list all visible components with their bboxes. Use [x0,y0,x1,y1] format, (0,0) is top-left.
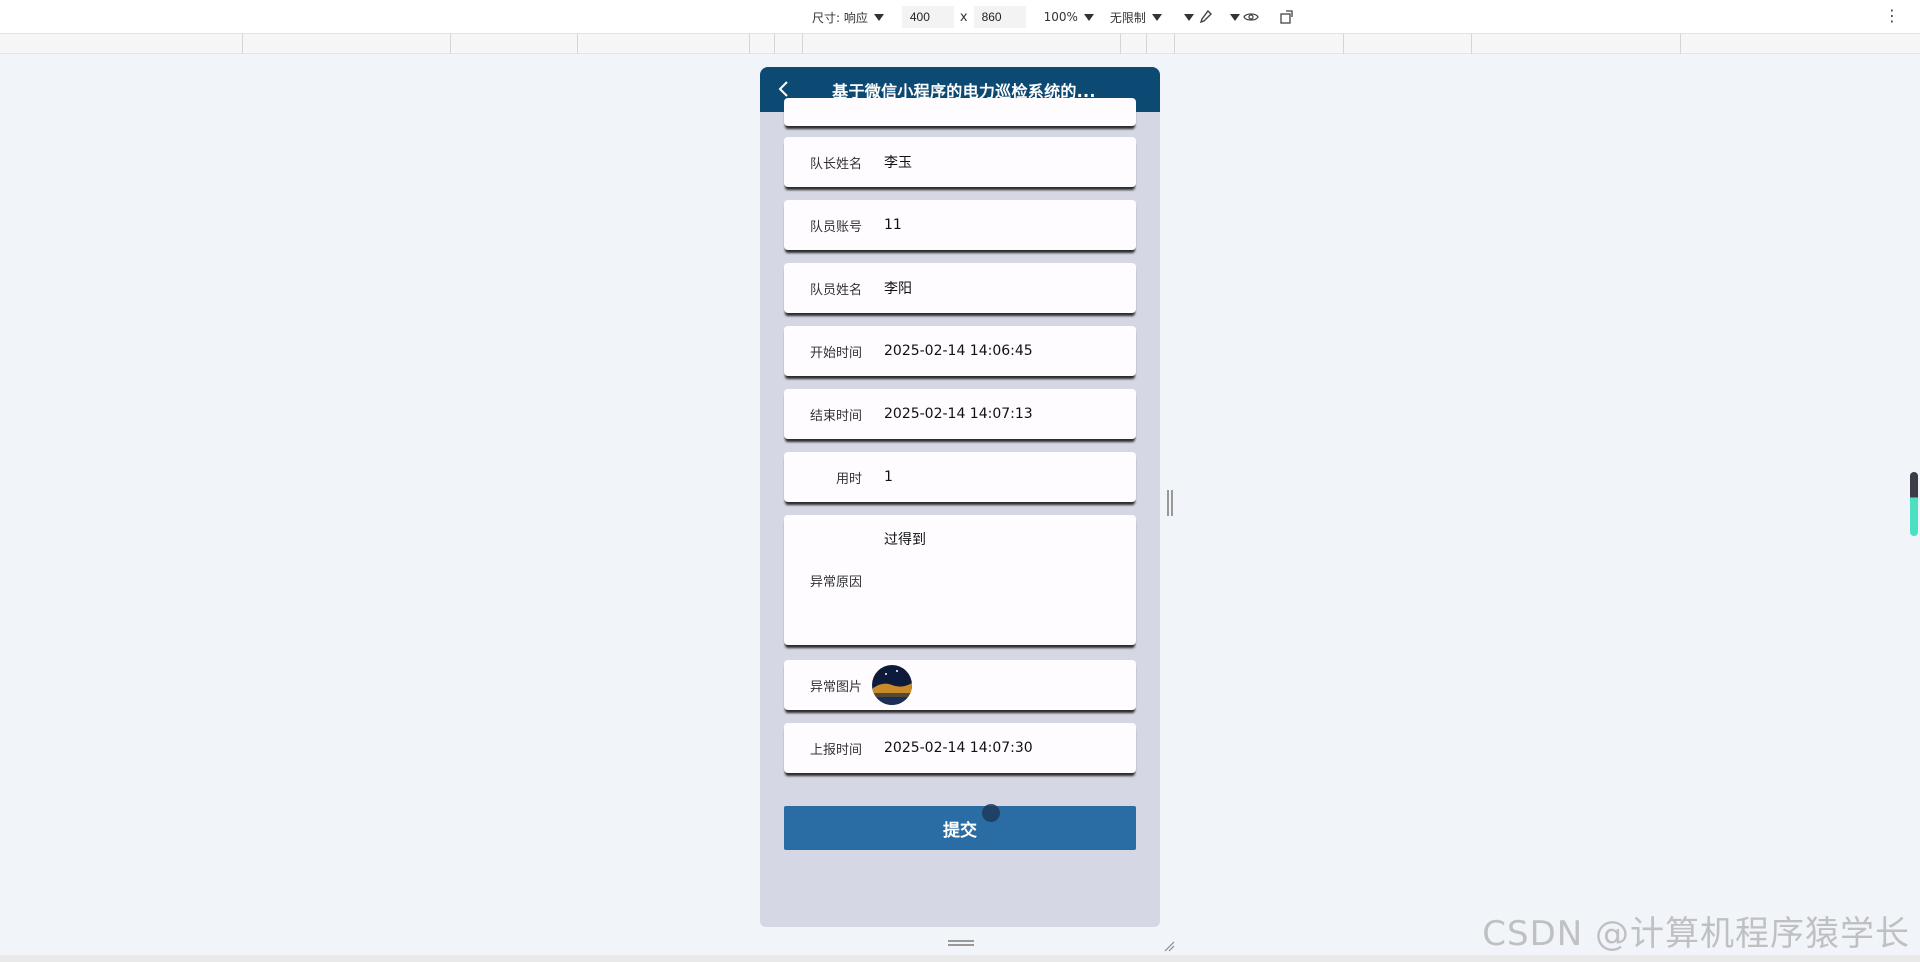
device-viewport: 基于微信小程序的电力巡检系统的... 队长姓名 李玉 队员账号 11 队员姓名 … [760,67,1160,927]
vision-dropdown[interactable] [1224,13,1240,21]
field-label: 开始时间 [809,345,862,361]
form-content: 队长姓名 李玉 队员账号 11 队员姓名 李阳 开始时间 2025-02-14 … [760,98,1160,927]
chevron-down-icon [873,13,884,21]
field-label: 结束时间 [809,408,862,424]
more-vertical-icon[interactable]: ⋮ [1884,6,1900,26]
chevron-down-icon [1183,13,1194,21]
resize-corner-icon[interactable] [1163,937,1175,952]
bottom-strip [0,955,1920,962]
form-row-abnormal-reason[interactable]: 异常原因 过得到 [784,515,1136,645]
form-row-captain-name[interactable]: 队长姓名 李玉 [784,137,1136,187]
abnormal-image-thumbnail[interactable] [872,665,912,705]
field-value: 2025-02-14 14:07:30 [884,740,1033,756]
chevron-down-icon [1229,13,1240,21]
dimensions-dropdown[interactable]: 尺寸: 响应 [812,9,884,26]
dimension-separator: x [959,9,968,25]
field-value: 11 [884,217,902,233]
zoom-dropdown[interactable]: 100% [1044,10,1094,24]
watermark: CSDN @计算机程序猿学长 [1482,914,1910,954]
field-value: 李玉 [884,155,912,171]
field-label: 队员姓名 [809,282,862,298]
submit-button[interactable]: 提交 [784,806,1136,850]
resize-handle-bottom[interactable] [948,940,974,946]
field-label: 异常图片 [809,679,862,695]
form-row-end-time[interactable]: 结束时间 2025-02-14 14:07:13 [784,389,1136,439]
device-toolbar-controls: 尺寸: 响应 x 100% 无限制 [812,0,1298,34]
chevron-down-icon [1083,13,1094,21]
eye-icon[interactable] [1240,6,1262,28]
field-value: 1 [884,469,893,485]
form-row-duration[interactable]: 用时 1 [784,452,1136,502]
media-query-ruler[interactable] [0,34,1920,54]
reason-textarea[interactable]: 过得到 [884,529,926,549]
field-label: 异常原因 [809,574,862,590]
chevron-down-icon [1151,13,1162,21]
width-input[interactable] [901,6,954,28]
field-label: 用时 [835,471,862,487]
dimensions-label: 尺寸: 响应 [812,10,868,25]
device-toolbar: 尺寸: 响应 x 100% 无限制 ⋮ [0,0,1920,34]
field-value: 李阳 [884,281,912,297]
zoom-label: 100% [1043,10,1078,24]
form-row-report-time[interactable]: 上报时间 2025-02-14 14:07:30 [784,723,1136,773]
touch-cursor-indicator [982,804,1000,822]
height-input[interactable] [973,6,1026,28]
scroll-indicator[interactable] [1910,472,1918,536]
save-data-dropdown[interactable] [1178,13,1194,21]
field-label: 队员账号 [809,219,862,235]
form-row-abnormal-image[interactable]: 异常图片 [784,660,1136,710]
field-value: 2025-02-14 14:07:13 [884,406,1033,422]
field-label: 上报时间 [809,742,862,758]
eyedropper-icon[interactable] [1194,6,1216,28]
throttle-dropdown[interactable]: 无限制 [1110,9,1162,26]
resize-handle-right[interactable] [1167,490,1173,516]
form-card-partial [784,98,1136,126]
form-row-member-account[interactable]: 队员账号 11 [784,200,1136,250]
field-value: 2025-02-14 14:06:45 [884,343,1033,359]
form-row-member-name[interactable]: 队员姓名 李阳 [784,263,1136,313]
field-label: 队长姓名 [809,156,862,172]
form-row-start-time[interactable]: 开始时间 2025-02-14 14:06:45 [784,326,1136,376]
rotate-icon[interactable] [1276,6,1298,28]
throttle-label: 无限制 [1109,10,1146,25]
